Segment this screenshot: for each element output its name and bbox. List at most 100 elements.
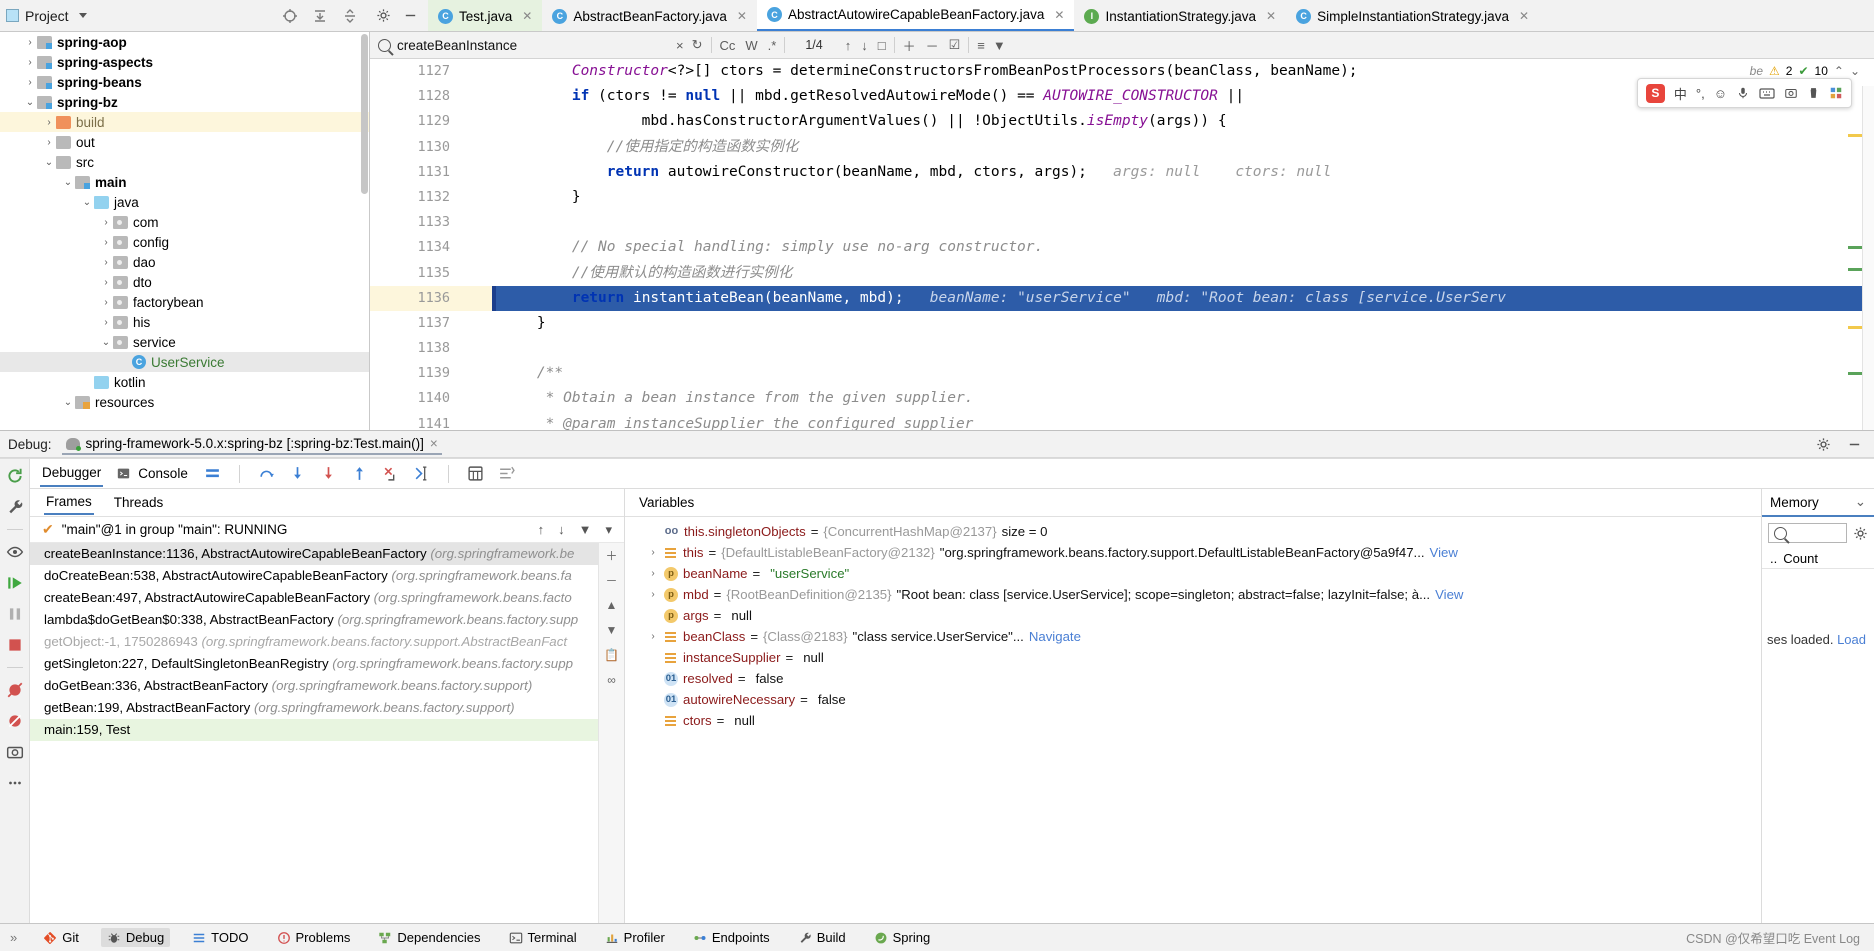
inspection-widget[interactable]: be ⚠ 2 ✔ 10 ⌃ ⌄ bbox=[1750, 64, 1860, 78]
frame-row[interactable]: main:159, Test bbox=[30, 719, 624, 741]
line-number-1140[interactable]: 1140 bbox=[370, 386, 492, 411]
chevron-right-icon[interactable]: › bbox=[647, 563, 659, 584]
line-number-1131[interactable]: 1131 bbox=[370, 160, 492, 185]
force-step-into-icon[interactable] bbox=[320, 465, 337, 482]
code-line-1140[interactable]: * Obtain a bean instance from the given … bbox=[492, 386, 1874, 411]
code-line-1129[interactable]: mbd.hasConstructorArgumentValues() || !O… bbox=[492, 109, 1874, 134]
status-item-spring[interactable]: Spring bbox=[868, 928, 937, 947]
grid-icon[interactable] bbox=[1829, 86, 1843, 100]
tree-item-spring-beans[interactable]: › spring-beans bbox=[0, 72, 369, 92]
variable-row[interactable]: p args = null bbox=[625, 605, 1761, 626]
stop-icon[interactable] bbox=[6, 636, 24, 654]
wrench-icon[interactable] bbox=[6, 498, 24, 516]
evaluate-icon[interactable] bbox=[467, 465, 484, 482]
code-line-1137[interactable]: } bbox=[492, 311, 1874, 336]
project-tree[interactable]: › spring-aop › spring-aspects › spring-beans ⌄… bbox=[0, 32, 370, 430]
status-item-problems[interactable]: Problems bbox=[271, 928, 357, 947]
match-case-toggle[interactable]: Cc bbox=[720, 38, 736, 53]
screenshot-icon[interactable] bbox=[1784, 86, 1798, 100]
code-line-1132[interactable]: } bbox=[492, 185, 1874, 210]
rerun-icon[interactable] bbox=[6, 467, 24, 485]
down-icon[interactable]: ↓ bbox=[558, 522, 565, 537]
more-icon[interactable] bbox=[6, 774, 24, 792]
variable-action-link[interactable]: View bbox=[1435, 584, 1463, 605]
keyboard-icon[interactable] bbox=[1759, 87, 1775, 99]
chevron-right-icon[interactable]: › bbox=[99, 297, 113, 308]
run-to-cursor-icon[interactable] bbox=[413, 465, 430, 482]
code-line-1130[interactable]: //使用指定的构造函数实例化 bbox=[492, 135, 1874, 160]
variable-action-link[interactable]: Navigate bbox=[1029, 626, 1081, 647]
chevron-right-icon[interactable]: › bbox=[99, 217, 113, 228]
code-line-1139[interactable]: /** bbox=[492, 361, 1874, 386]
chevron-down-icon[interactable]: ⌄ bbox=[42, 157, 56, 168]
editor-tab-3[interactable]: I InstantiationStrategy.java ✕ bbox=[1074, 0, 1286, 31]
frame-row[interactable]: getSingleton:227, DefaultSingletonBeanRe… bbox=[30, 653, 624, 675]
tab-debugger[interactable]: Debugger bbox=[40, 460, 104, 487]
tree-item-spring-bz[interactable]: ⌄ spring-bz bbox=[0, 92, 369, 112]
chevron-up-icon[interactable]: ⌃ bbox=[1834, 64, 1844, 78]
chevron-down-icon[interactable]: ⌄ bbox=[99, 337, 113, 348]
chevron-right-icon[interactable]: › bbox=[647, 626, 659, 647]
memory-search-input[interactable] bbox=[1768, 523, 1847, 543]
pause-icon[interactable] bbox=[6, 605, 24, 623]
next-match-button[interactable]: ↓ bbox=[861, 38, 868, 53]
line-number-1134[interactable]: 1134 bbox=[370, 235, 492, 260]
plus-icon[interactable]: ＋ bbox=[604, 547, 620, 563]
close-icon[interactable]: ✕ bbox=[1054, 8, 1064, 22]
add-scope-icon[interactable]: ＋ bbox=[903, 36, 916, 55]
chevron-down-icon[interactable]: ⌄ bbox=[61, 177, 75, 188]
chevron-down-icon[interactable]: ⌄ bbox=[1850, 64, 1860, 78]
tree-item-userservice[interactable]: C UserService bbox=[0, 352, 369, 372]
tree-item-java[interactable]: ⌄ java bbox=[0, 192, 369, 212]
close-icon[interactable]: ✕ bbox=[1519, 9, 1529, 23]
filter-icon[interactable]: ▼ bbox=[993, 38, 1006, 53]
tab-console[interactable]: Console bbox=[136, 461, 190, 486]
down-arrow-icon[interactable]: ▼ bbox=[604, 622, 620, 638]
camera-icon[interactable] bbox=[6, 743, 24, 761]
whole-words-toggle[interactable]: W bbox=[745, 38, 757, 53]
variable-row[interactable]: oo this.singletonObjects = {ConcurrentHas… bbox=[625, 521, 1761, 542]
prev-match-button[interactable]: ↑ bbox=[845, 38, 852, 53]
editor-tab-4[interactable]: C SimpleInstantiationStrategy.java ✕ bbox=[1286, 0, 1539, 31]
emoji-icon[interactable]: ☺ bbox=[1714, 86, 1727, 101]
status-item-endpoints[interactable]: Endpoints bbox=[687, 928, 776, 947]
select-all-occurrences-button[interactable]: □ bbox=[878, 38, 886, 53]
variable-row[interactable]: › this = {DefaultListableBeanFactory@2132… bbox=[625, 542, 1761, 563]
sort-results-icon[interactable]: ≡ bbox=[977, 38, 985, 53]
editor-scrollbar[interactable] bbox=[1848, 86, 1874, 430]
chevron-right-icon[interactable]: › bbox=[647, 542, 659, 563]
tree-item-his[interactable]: › his bbox=[0, 312, 369, 332]
tree-item-dto[interactable]: › dto bbox=[0, 272, 369, 292]
chevron-down-icon[interactable]: ⌄ bbox=[80, 197, 94, 208]
editor-tab-0[interactable]: C Test.java ✕ bbox=[428, 0, 543, 31]
variable-row[interactable]: 01 autowireNecessary = false bbox=[625, 689, 1761, 710]
line-number-1135[interactable]: 1135 bbox=[370, 261, 492, 286]
line-number-1130[interactable]: 1130 bbox=[370, 135, 492, 160]
editor-tab-2[interactable]: C AbstractAutowireCapableBeanFactory.jav… bbox=[756, 0, 1075, 31]
chevron-right-icon[interactable]: › bbox=[99, 277, 113, 288]
code-line-1138[interactable] bbox=[492, 336, 1874, 361]
tree-item-factorybean[interactable]: › factorybean bbox=[0, 292, 369, 312]
chevron-right-icon[interactable]: › bbox=[23, 37, 37, 48]
tree-item-com[interactable]: › com bbox=[0, 212, 369, 232]
close-icon[interactable]: ✕ bbox=[1266, 9, 1276, 23]
frame-row[interactable]: doGetBean:336, AbstractBeanFactory (org.… bbox=[30, 675, 624, 697]
variable-action-link[interactable]: View bbox=[1430, 542, 1458, 563]
gear-icon[interactable] bbox=[1853, 526, 1868, 541]
tree-item-out[interactable]: › out bbox=[0, 132, 369, 152]
line-number-1128[interactable]: 1128 bbox=[370, 84, 492, 109]
line-number-1138[interactable]: 1138 bbox=[370, 336, 492, 361]
line-number-gutter[interactable]: 1127 1128 1129 1130 1131 1132 1133 1134 1135 1136… bbox=[370, 59, 492, 430]
chevron-right-icon[interactable]: › bbox=[99, 257, 113, 268]
ime-punct-toggle[interactable]: °, bbox=[1696, 86, 1705, 101]
tab-threads[interactable]: Threads bbox=[112, 491, 166, 514]
tree-item-resources[interactable]: ⌄ resources bbox=[0, 392, 369, 412]
project-tree-scrollbar[interactable] bbox=[361, 34, 368, 194]
status-item-git[interactable]: Git bbox=[37, 928, 85, 947]
filter-icon[interactable]: ▼ bbox=[579, 522, 592, 537]
tree-item-spring-aspects[interactable]: › spring-aspects bbox=[0, 52, 369, 72]
check-scope-icon[interactable]: ☑ bbox=[949, 37, 961, 53]
tree-item-kotlin[interactable]: kotlin bbox=[0, 372, 369, 392]
step-over-icon[interactable] bbox=[258, 465, 275, 482]
chevron-right-icon[interactable]: › bbox=[23, 57, 37, 68]
